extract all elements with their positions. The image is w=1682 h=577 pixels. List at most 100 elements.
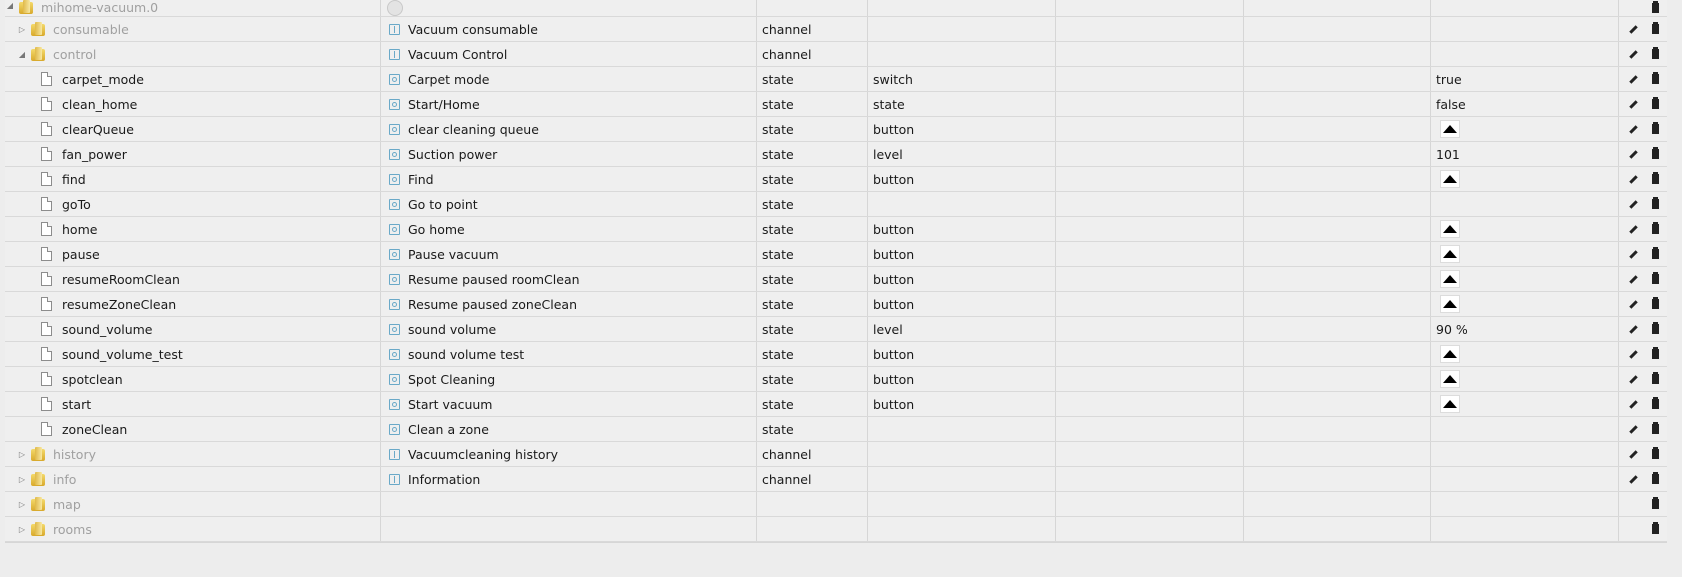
delete-icon[interactable] (1647, 71, 1663, 87)
tree-row[interactable]: clean_home Start/Home state state false (5, 92, 1667, 117)
edit-icon[interactable] (1625, 246, 1641, 262)
delete-icon[interactable] (1647, 296, 1663, 312)
tree-row[interactable]: zoneClean Clean a zone state (5, 417, 1667, 442)
cell-room (1056, 217, 1244, 241)
delete-icon[interactable] (1647, 521, 1663, 537)
delete-icon[interactable] (1647, 146, 1663, 162)
object-id: home (62, 221, 98, 237)
push-button[interactable] (1440, 220, 1460, 238)
tree-row[interactable]: resumeRoomClean Resume paused roomClean … (5, 267, 1667, 292)
tree-row[interactable]: ▷ info Information channel (5, 467, 1667, 492)
edit-icon[interactable] (1625, 21, 1641, 37)
object-type: channel (762, 46, 812, 62)
tree-row[interactable]: goTo Go to point state (5, 192, 1667, 217)
delete-icon[interactable] (1647, 96, 1663, 112)
delete-icon[interactable] (1647, 221, 1663, 237)
collapse-toggle-icon[interactable]: ◢ (5, 0, 15, 10)
edit-icon[interactable] (1625, 196, 1641, 212)
cell-type: channel (757, 442, 868, 466)
push-button[interactable] (1440, 170, 1460, 188)
cell-type: state (757, 367, 868, 391)
expand-toggle-icon[interactable]: ▷ (17, 449, 27, 459)
delete-icon[interactable] (1647, 421, 1663, 437)
delete-icon[interactable] (1647, 446, 1663, 462)
delete-icon[interactable] (1647, 196, 1663, 212)
push-button[interactable] (1440, 395, 1460, 413)
delete-icon[interactable] (1647, 346, 1663, 362)
edit-icon[interactable] (1625, 121, 1641, 137)
tree-row[interactable]: clearQueue clear cleaning queue state bu… (5, 117, 1667, 142)
edit-icon[interactable] (1625, 321, 1641, 337)
push-button[interactable] (1440, 295, 1460, 313)
expand-toggle-icon[interactable]: ▷ (17, 24, 27, 34)
expand-toggle-icon[interactable]: ▷ (17, 474, 27, 484)
object-value[interactable]: 101 (1436, 147, 1460, 162)
edit-icon[interactable] (1625, 71, 1641, 87)
edit-icon[interactable] (1625, 171, 1641, 187)
cell-id: resumeRoomClean (5, 267, 381, 291)
edit-icon[interactable] (1625, 146, 1641, 162)
delete-icon[interactable] (1647, 246, 1663, 262)
tree-row[interactable]: fan_power Suction power state level 101 (5, 142, 1667, 167)
edit-icon[interactable] (1625, 421, 1641, 437)
tree-row[interactable]: home Go home state button (5, 217, 1667, 242)
tree-row[interactable]: pause Pause vacuum state button (5, 242, 1667, 267)
delete-icon[interactable] (1647, 121, 1663, 137)
edit-icon[interactable] (1625, 446, 1641, 462)
push-button[interactable] (1440, 270, 1460, 288)
edit-icon[interactable] (1625, 396, 1641, 412)
object-id: resumeZoneClean (62, 296, 177, 312)
object-id: goTo (62, 196, 91, 212)
tree-row[interactable]: resumeZoneClean Resume paused zoneClean … (5, 292, 1667, 317)
collapse-toggle-icon[interactable]: ◢ (17, 49, 27, 59)
tree-row[interactable]: ▷ consumable Vacuum consumable channel (5, 17, 1667, 42)
push-button[interactable] (1440, 370, 1460, 388)
delete-icon[interactable] (1647, 496, 1663, 512)
object-name: clear cleaning queue (408, 121, 539, 137)
tree-row[interactable]: sound_volume sound volume state level 90… (5, 317, 1667, 342)
edit-icon[interactable] (1625, 96, 1641, 112)
edit-icon[interactable] (1625, 271, 1641, 287)
tree-row[interactable]: ▷ history Vacuumcleaning history channel (5, 442, 1667, 467)
delete-icon[interactable] (1647, 396, 1663, 412)
push-button[interactable] (1440, 345, 1460, 363)
tree-row[interactable]: ▷ rooms (5, 517, 1667, 542)
delete-icon[interactable] (1647, 171, 1663, 187)
delete-icon[interactable] (1647, 0, 1663, 16)
tree-row-root[interactable]: ◢ mihome-vacuum.0 (5, 0, 1667, 17)
expand-toggle-icon[interactable]: ▷ (17, 524, 27, 534)
file-icon (41, 397, 52, 411)
file-icon (41, 422, 52, 436)
cell-room (1056, 417, 1244, 441)
expand-toggle-icon[interactable]: ▷ (17, 499, 27, 509)
edit-icon[interactable] (1625, 371, 1641, 387)
tree-row[interactable]: spotclean Spot Cleaning state button (5, 367, 1667, 392)
tree-row[interactable]: ▷ map (5, 492, 1667, 517)
edit-icon[interactable] (1625, 221, 1641, 237)
cell-id: carpet_mode (5, 67, 381, 91)
edit-icon[interactable] (1625, 296, 1641, 312)
tree-row[interactable]: ◢ control Vacuum Control channel (5, 42, 1667, 67)
delete-icon[interactable] (1647, 46, 1663, 62)
delete-icon[interactable] (1647, 271, 1663, 287)
push-button[interactable] (1440, 245, 1460, 263)
triangle-up-icon (1443, 250, 1457, 258)
tree-row[interactable]: find Find state button (5, 167, 1667, 192)
edit-icon[interactable] (1625, 471, 1641, 487)
cell-actions (1619, 117, 1667, 141)
delete-icon[interactable] (1647, 471, 1663, 487)
tree-row[interactable]: carpet_mode Carpet mode state switch tru… (5, 67, 1667, 92)
edit-icon[interactable] (1625, 346, 1641, 362)
edit-icon[interactable] (1625, 46, 1641, 62)
object-value[interactable]: false (1436, 97, 1466, 112)
push-button[interactable] (1440, 120, 1460, 138)
tree-row[interactable]: sound_volume_test sound volume test stat… (5, 342, 1667, 367)
delete-icon[interactable] (1647, 371, 1663, 387)
object-value[interactable]: 90 % (1436, 322, 1468, 337)
object-value[interactable]: true (1436, 72, 1462, 87)
delete-icon[interactable] (1647, 21, 1663, 37)
tree-row[interactable]: start Start vacuum state button (5, 392, 1667, 417)
cell-actions (1619, 367, 1667, 391)
delete-icon[interactable] (1647, 321, 1663, 337)
folder-icon (31, 497, 45, 511)
